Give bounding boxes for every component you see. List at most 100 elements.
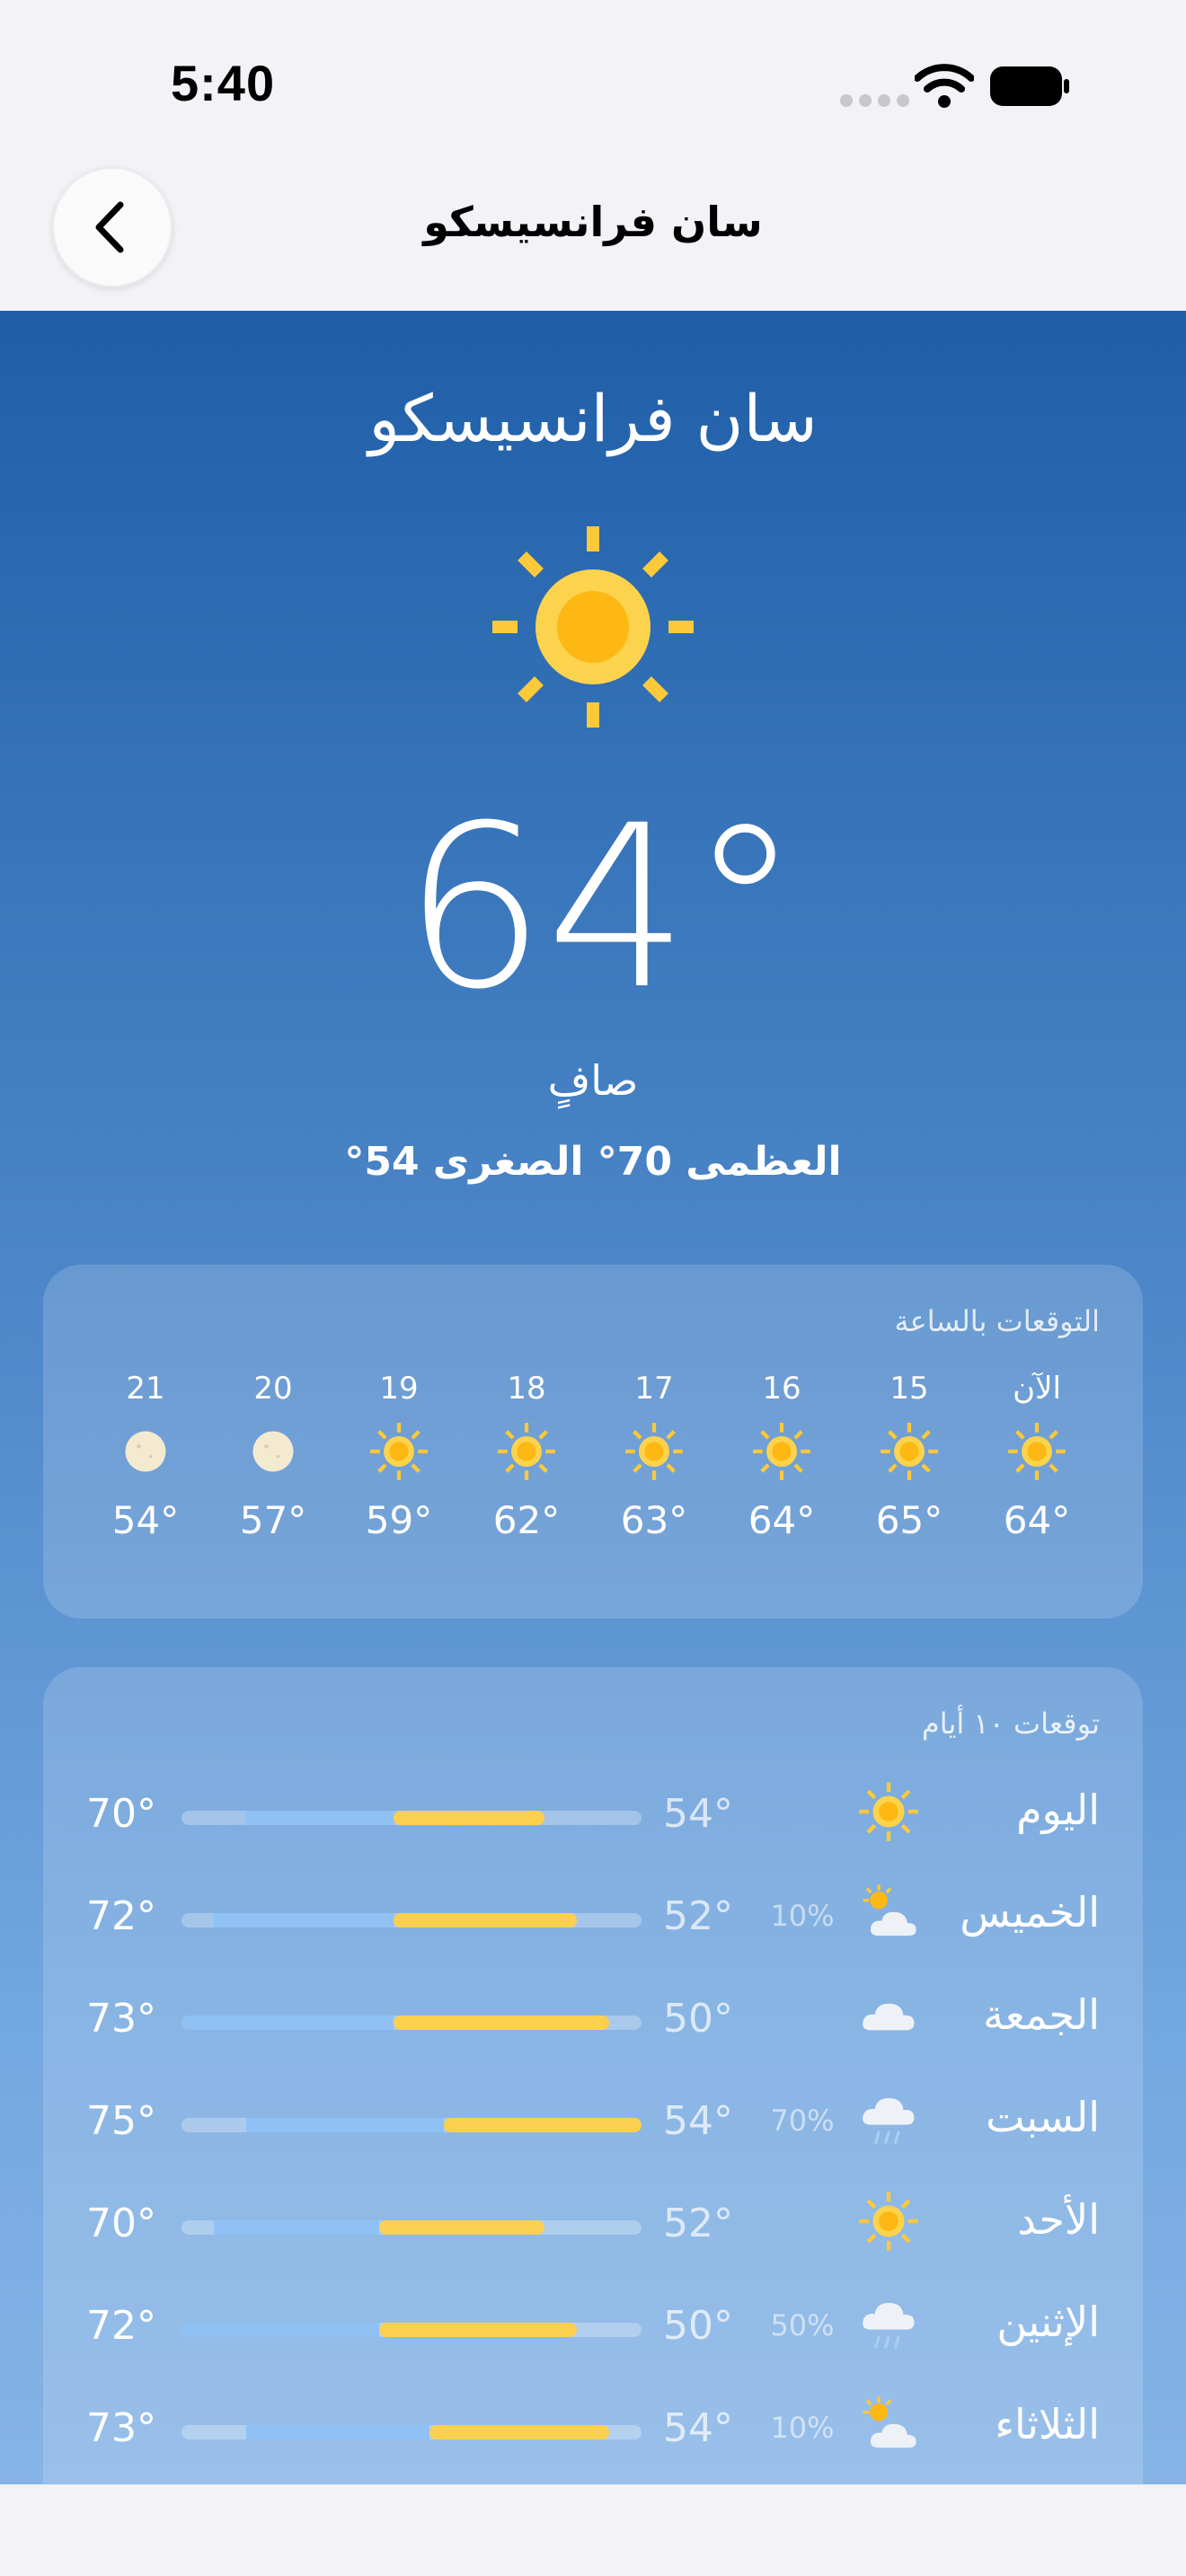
low-temp: 54° [663,2098,733,2144]
hourly-forecast-title: التوقعات بالساعة [894,1304,1100,1338]
hour-label: 20 [253,1371,293,1407]
hour-temp: 64° [748,1498,816,1542]
hour-label: 15 [890,1371,929,1407]
hourly-item: 20 57° [219,1371,327,1542]
daily-row[interactable]: اليوم 54° 70° [43,1766,1143,1856]
hour-temp: 65° [875,1498,943,1542]
day-name: الخميس [960,1888,1100,1936]
nav-title: سان فرانسيسكو [423,198,763,246]
status-bar: 5:40 [0,0,1186,153]
hour-temp: 59° [365,1498,433,1542]
battery-icon [990,66,1069,106]
high-temp: 72° [86,1893,156,1939]
temp-range-bar [181,2323,642,2337]
temp-range-cool [246,2425,429,2439]
temp-range-warm [444,2118,642,2132]
current-temperature: 64° [403,777,801,1038]
temp-range-warm [429,2425,609,2439]
temp-range-bar [181,2118,642,2132]
low-temp: 52° [663,1893,733,1939]
daily-row[interactable]: الثلاثاء 10% 54° 73° [43,2380,1143,2470]
day-name: الجمعة [983,1990,1100,2039]
high-temp: 70° [86,2201,156,2246]
low-temp: 50° [663,2303,733,2349]
temp-range-bar [181,1811,642,1825]
sun-icon [600,1416,708,1487]
high-temp: 73° [86,2405,156,2451]
sun-icon [855,1416,963,1487]
hourly-forecast-card: التوقعات بالساعة الآن 64° 15 65° 16 64° … [43,1265,1143,1619]
bottom-strip [0,2484,1186,2576]
temp-range-warm [379,2323,577,2337]
sun-icon [728,1416,836,1487]
day-name: اليوم [1016,1786,1100,1834]
temp-range-warm [379,2220,544,2235]
temp-range-bar [181,2016,642,2030]
moon-icon [92,1416,199,1487]
hourly-item: 21 54° [92,1371,199,1542]
daily-row[interactable]: الخميس 10% 52° 72° [43,1868,1143,1958]
signal-dots-icon [840,93,916,110]
temp-range-bar [181,1913,642,1928]
hour-label: 17 [634,1371,674,1407]
precip-chance: 70% [770,2104,835,2138]
daily-row[interactable]: السبت 70% 54° 75° [43,2073,1143,2163]
hour-label: 18 [507,1371,546,1407]
temp-range-warm [394,2016,609,2030]
rain-icon [857,2087,920,2150]
sun-icon [492,526,694,728]
status-time: 5:40 [171,55,276,111]
hour-label: الآن [1013,1371,1061,1407]
temp-range-warm [394,1913,577,1928]
hourly-item: 16 64° [728,1371,836,1542]
temp-range-bar [181,2220,642,2235]
day-name: السبت [986,2093,1100,2141]
low-temp: 50° [663,1996,733,2042]
temp-range-cool [181,2323,379,2337]
sun-icon [345,1416,453,1487]
precip-chance: 10% [770,2411,835,2445]
day-name: الإثنين [996,2298,1100,2346]
day-name: الثلاثاء [995,2400,1100,2448]
temp-range-bar [181,2425,642,2439]
low-temp: 54° [663,2405,733,2451]
hourly-item: 18 62° [473,1371,580,1542]
temp-range-cool [214,1913,394,1928]
temp-range-warm [394,1811,544,1825]
hour-temp: 57° [239,1498,307,1542]
hour-temp: 64° [1003,1498,1071,1542]
sun-icon [473,1416,580,1487]
daily-row[interactable]: الأحد 52° 70° [43,2175,1143,2265]
temp-range-cool [181,2016,394,2030]
high-low-text: العظمى 70° الصغرى 54° [344,1139,842,1185]
low-temp: 54° [663,1791,733,1837]
daily-row[interactable]: الجمعة 50° 73° [43,1971,1143,2060]
sun-icon [983,1416,1091,1487]
hour-label: 16 [762,1371,801,1407]
daily-forecast-title: توقعات ١٠ أيام [921,1707,1100,1741]
hourly-item: 17 63° [600,1371,708,1542]
partly-cloudy-icon [857,2395,920,2457]
hour-temp: 63° [620,1498,688,1542]
hourly-item: 15 65° [855,1371,963,1542]
day-name: الأحد [1017,2195,1100,2244]
hourly-item: 19 59° [345,1371,453,1542]
nav-bar: سان فرانسيسكو [0,153,1186,311]
partly-cloudy-icon [857,1883,920,1945]
hour-label: 21 [126,1371,165,1407]
daily-forecast-card: توقعات ١٠ أيام اليوم 54° 70° الخميس 10% … [43,1667,1143,2484]
sun-icon [857,1780,920,1843]
rain-icon [857,2292,920,2355]
cloud-icon [857,1985,920,2048]
daily-row[interactable]: الإثنين 50% 50° 72° [43,2278,1143,2368]
sun-icon [857,2190,920,2253]
city-name: سان فرانسيسكو [368,381,818,456]
wifi-icon [915,64,974,108]
weather-panel: سان فرانسيسكو 64° صافٍ العظمى 70° الصغرى… [0,311,1186,2484]
temp-range-cool [214,2220,379,2235]
high-temp: 73° [86,1996,156,2042]
temp-range-cool [246,1811,394,1825]
moon-icon [219,1416,327,1487]
hour-temp: 62° [492,1498,561,1542]
hour-label: 19 [379,1371,419,1407]
